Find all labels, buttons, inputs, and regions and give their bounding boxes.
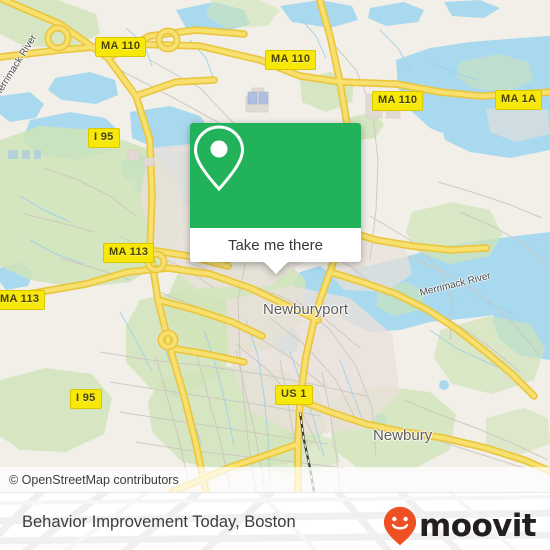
place-label-newburyport: Newburyport [263, 301, 349, 318]
shield-us-1: US 1 [275, 385, 313, 405]
location-pin-icon [193, 125, 245, 192]
shield-ma-110-1: MA 110 [95, 37, 147, 57]
shield-i-95-2: I 95 [70, 389, 102, 409]
footer-bar: Behavior Improvement Today, Boston moovi… [0, 492, 550, 550]
attribution-text: © OpenStreetMap contributors [9, 472, 179, 487]
map-canvas[interactable]: MA 110 MA 110 MA 110 MA 1A I 95 MA 113 M… [0, 0, 550, 492]
popup-header[interactable] [190, 123, 361, 228]
location-popup[interactable]: Take me there [190, 123, 361, 274]
shield-i-95-1: I 95 [88, 128, 120, 148]
shield-ma-110-3: MA 110 [372, 91, 424, 111]
take-me-there-button[interactable]: Take me there [190, 228, 361, 262]
venue-title: Behavior Improvement Today, Boston [22, 513, 296, 531]
popup-tail [263, 261, 289, 274]
map-attribution-bar: © OpenStreetMap contributors [0, 467, 550, 492]
moovit-smiley-pin-icon [383, 506, 417, 546]
moovit-wordmark: moovit [419, 507, 537, 544]
place-label-newbury: Newbury [373, 427, 433, 444]
take-me-there-label: Take me there [227, 236, 324, 254]
moovit-map-screenshot: MA 110 MA 110 MA 110 MA 1A I 95 MA 113 M… [0, 0, 550, 550]
shield-ma-113-2: MA 113 [0, 290, 46, 310]
shield-ma-110-2: MA 110 [265, 50, 317, 70]
moovit-logo[interactable]: moovit [383, 506, 537, 546]
shield-ma-1a: MA 1A [495, 90, 543, 110]
shield-ma-113-1: MA 113 [103, 243, 155, 263]
